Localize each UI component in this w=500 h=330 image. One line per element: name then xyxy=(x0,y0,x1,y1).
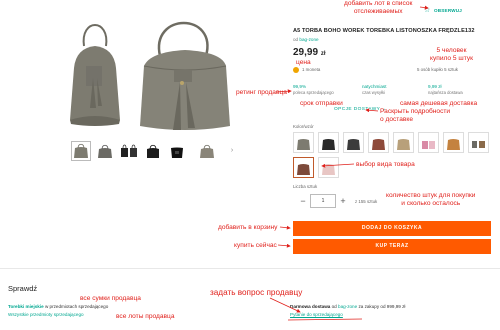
free-shipping-seller-link[interactable]: bag-zone xyxy=(338,304,357,309)
arrow-buy-now xyxy=(277,243,291,248)
seller-bags-link[interactable]: Torebki miejskie w przedmiotach sprzedaj… xyxy=(8,304,108,309)
stat-cheapest-delivery: 9,99 zł najtańsza dostawa xyxy=(428,84,463,95)
variant-swatch[interactable] xyxy=(293,132,314,153)
annotation-all-bags: все сумки продавца xyxy=(80,295,141,302)
gallery-thumb-5[interactable] xyxy=(168,142,186,160)
ask-seller-link[interactable]: Pytanie do sprzedającego xyxy=(290,312,343,317)
arrow-add-cart xyxy=(279,225,291,230)
quantity-minus-button[interactable]: − xyxy=(297,194,309,208)
buy-now-button[interactable]: KUP TERAZ xyxy=(293,239,491,254)
annotation-add-cart: добавить в корзину xyxy=(218,224,278,231)
annotation-watch: добавить лот в список отслеживаемых xyxy=(344,0,413,15)
gallery-thumb-1[interactable] xyxy=(71,141,91,161)
star-icon[interactable]: ☆ xyxy=(424,6,430,14)
free-shipping-info: Darmowa dostawa od bag-zone za zakupy od… xyxy=(290,304,405,309)
variant-swatch[interactable] xyxy=(418,132,439,153)
variant-swatch[interactable] xyxy=(368,132,389,153)
seller-line: od bag-zone xyxy=(293,37,319,42)
annotation-ship-time: срок отправки xyxy=(300,100,343,107)
stat-ship-time: natychmiast czas wysyłki xyxy=(362,84,387,95)
free-shipping-bold: Darmowa dostawa xyxy=(290,304,331,309)
observe-button[interactable]: OBSERWUJ xyxy=(434,8,462,13)
annotation-bought: 5 человек купило 5 штук xyxy=(430,47,473,62)
gallery-thumb-4[interactable] xyxy=(144,142,162,160)
price: 29,99 zł xyxy=(293,47,325,58)
stat-label: poleca sprzedającego xyxy=(293,90,334,95)
variant-swatch[interactable] xyxy=(443,132,464,153)
stat-label: czas wysyłki xyxy=(362,90,386,95)
seller-prefix: od xyxy=(293,37,299,42)
annotation-variant: выбор вида товара xyxy=(356,161,415,168)
gallery-thumb-2[interactable] xyxy=(96,142,114,160)
seller-link[interactable]: bag-zone xyxy=(299,37,318,42)
check-section-title: Sprawdź xyxy=(8,284,38,293)
bought-count: 5 osób kupiło 5 sztuk xyxy=(417,67,459,72)
annotation-buy-now: купить сейчас xyxy=(234,242,277,249)
add-to-cart-button[interactable]: DODAJ DO KOSZYKA xyxy=(293,221,491,236)
price-main: 29,99 xyxy=(293,47,319,58)
gallery-thumb-3[interactable] xyxy=(120,142,138,160)
annotation-cheapest: самая дешевая доставка xyxy=(400,100,478,107)
stat-label: najtańsza dostawa xyxy=(428,90,463,95)
stat-value: 99,9% xyxy=(293,84,307,89)
quantity-input[interactable]: 1 xyxy=(310,194,336,208)
free-shipping-rest: za zakupy od 999,99 zł xyxy=(357,304,406,309)
divider xyxy=(0,268,500,269)
seller-bags-link-rest[interactable]: w przedmiotach sprzedającego xyxy=(44,304,108,309)
coin-icon xyxy=(293,67,299,73)
variant-swatch[interactable] xyxy=(343,132,364,153)
variant-swatch[interactable] xyxy=(393,132,414,153)
free-shipping-from: od xyxy=(330,304,339,309)
product-main-photo[interactable] xyxy=(40,8,250,134)
delivery-options-toggle[interactable]: OPCJE DOSTAWY ⌄ xyxy=(334,107,386,112)
annotation-all-items: все лоты продавца xyxy=(116,313,175,320)
seller-all-items-link[interactable]: Wszystkie przedmioty sprzedającego xyxy=(8,312,84,317)
stock-count: z 155 sztuk xyxy=(355,199,378,204)
quantity-label: Liczba sztuk xyxy=(293,184,318,189)
annotation-rating: ретинг продавца xyxy=(236,89,287,96)
color-label: Kolor/wzór xyxy=(293,124,314,129)
coins-text: 1 moneta xyxy=(302,67,321,72)
stat-value: 9,99 zł xyxy=(428,84,442,89)
seller-bags-link-bold[interactable]: Torebki miejskie xyxy=(8,304,44,309)
quantity-plus-button[interactable]: + xyxy=(337,194,349,208)
variant-swatch[interactable] xyxy=(318,132,339,153)
gallery-thumb-6[interactable] xyxy=(198,142,216,160)
variant-swatch[interactable] xyxy=(468,132,489,153)
product-title: A5 TORBA BOHO WOREK TOREBKA LISTONOSZKA … xyxy=(293,28,475,34)
price-currency: zł xyxy=(320,51,326,57)
variant-swatch[interactable] xyxy=(318,157,339,178)
stat-seller-rating[interactable]: 99,9% poleca sprzedającego xyxy=(293,84,334,95)
gallery-next-arrow-icon[interactable]: › xyxy=(228,147,236,155)
annotation-price: цена xyxy=(296,59,311,66)
variant-swatch-selected[interactable] xyxy=(293,157,314,178)
stat-value: natychmiast xyxy=(362,84,387,89)
underline-ask-link xyxy=(287,318,363,321)
annotation-qty: количество штук для покупки и сколько ос… xyxy=(386,192,476,207)
annotation-delivery: Раскрыть подробности о доставке xyxy=(380,108,451,123)
annotation-ask: задать вопрос продавцу xyxy=(210,288,303,297)
